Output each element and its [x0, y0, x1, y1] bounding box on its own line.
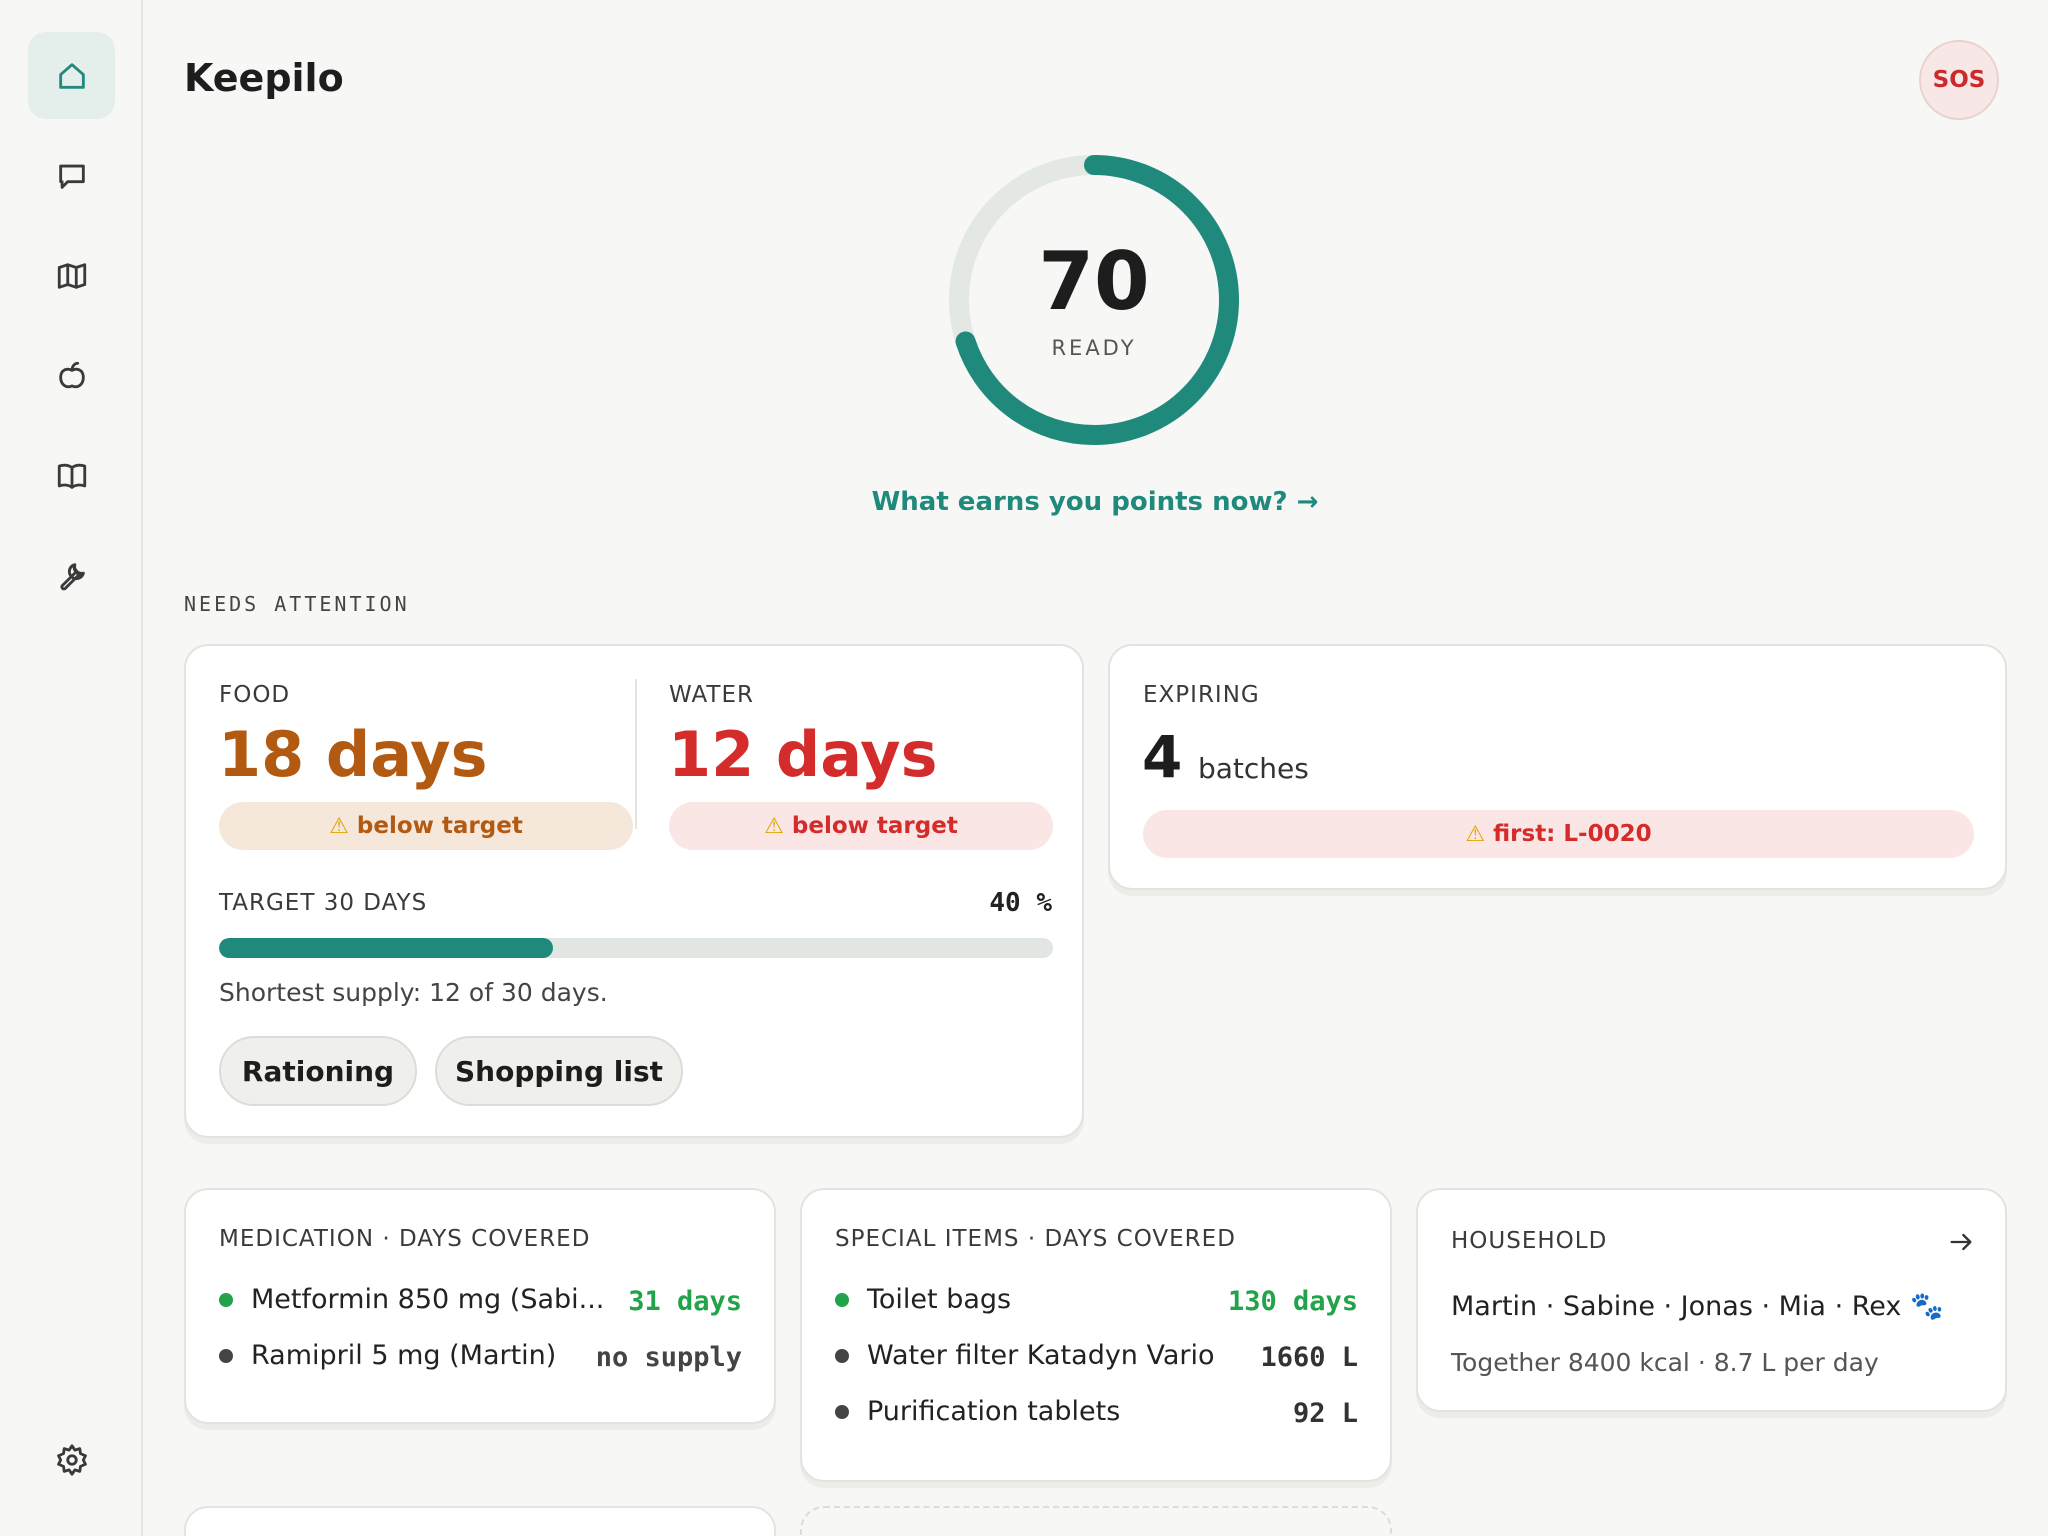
special-item-name: Water filter Katadyn Vario	[867, 1340, 1215, 1371]
sidebar	[0, 0, 143, 1536]
nav-guide-button[interactable]	[28, 432, 115, 519]
list-item: Water filter Katadyn Vario	[835, 1340, 1215, 1371]
target-progress-fill	[219, 938, 553, 958]
medication-days: 31 days	[628, 1286, 742, 1317]
special-item-name: Purification tablets	[867, 1396, 1121, 1427]
chat-icon	[58, 164, 85, 189]
nav-map-button[interactable]	[28, 232, 115, 319]
nav-settings-button[interactable]	[28, 1416, 115, 1503]
shortest-supply-note: Shortest supply: 12 of 30 days.	[219, 978, 608, 1007]
status-dot	[835, 1404, 849, 1419]
nav-chat-button[interactable]	[28, 132, 115, 219]
expiring-badge-text: first: L-0020	[1493, 821, 1652, 847]
medication-name: Ramipril 5 mg (Martin)	[251, 1340, 557, 1371]
status-dot	[219, 1348, 233, 1363]
shopping-list-button[interactable]: Shopping list	[435, 1036, 683, 1106]
household-summary: Together 8400 kcal · 8.7 L per day	[1451, 1348, 1879, 1377]
special-item-name: Toilet bags	[867, 1284, 1012, 1315]
list-item: Metformin 850 mg (Sabi...	[219, 1284, 604, 1315]
add-card-placeholder[interactable]	[800, 1506, 1392, 1536]
warning-icon: ⚠	[329, 813, 349, 839]
food-badge: ⚠ below target	[219, 802, 633, 850]
list-item: Toilet bags	[835, 1284, 1011, 1315]
medication-card[interactable]: MEDICATION · DAYS COVERED Metformin 850 …	[184, 1188, 776, 1424]
water-days: 12 days	[668, 718, 938, 791]
medication-title: MEDICATION · DAYS COVERED	[219, 1226, 591, 1252]
food-days: 18 days	[218, 718, 488, 791]
expiring-count: 4	[1142, 723, 1183, 791]
food-badge-text: below target	[356, 813, 523, 839]
special-items-card[interactable]: SPECIAL ITEMS · DAYS COVERED Toilet bags…	[800, 1188, 1392, 1482]
household-members: Martin · Sabine · Jonas · Mia · Rex 🐾	[1451, 1291, 1944, 1322]
book-icon	[57, 463, 86, 489]
warning-icon: ⚠	[1465, 821, 1486, 847]
food-water-divider	[635, 679, 637, 829]
sos-button[interactable]: SOS	[1919, 40, 1999, 120]
next-card	[184, 1506, 776, 1536]
list-item: Purification tablets	[835, 1396, 1120, 1427]
gear-icon	[56, 1443, 87, 1476]
expiring-unit: batches	[1198, 752, 1309, 785]
medication-name: Metformin 850 mg (Sabi...	[251, 1284, 605, 1315]
target-label: TARGET 30 DAYS	[219, 890, 428, 916]
rationing-button[interactable]: Rationing	[219, 1036, 417, 1106]
target-percent: 40 %	[989, 888, 1052, 918]
map-icon	[57, 262, 86, 289]
list-item: Ramipril 5 mg (Martin)	[219, 1340, 556, 1371]
nav-tools-button[interactable]	[28, 532, 115, 619]
expiring-label: EXPIRING	[1143, 682, 1260, 708]
special-item-value: 92 L	[1292, 1398, 1358, 1429]
arrow-right-icon[interactable]	[1947, 1228, 1975, 1256]
water-label: WATER	[669, 682, 754, 708]
needs-attention-heading: NEEDS ATTENTION	[184, 592, 410, 616]
expiring-badge: ⚠ first: L-0020	[1143, 810, 1974, 858]
app-title: Keepilo	[184, 56, 344, 100]
special-item-value: 130 days	[1227, 1286, 1358, 1317]
water-badge-text: below target	[791, 813, 958, 839]
special-item-value: 1660 L	[1260, 1342, 1358, 1373]
nav-home-button[interactable]	[28, 32, 115, 119]
household-title: HOUSEHOLD	[1451, 1228, 1608, 1254]
special-items-title: SPECIAL ITEMS · DAYS COVERED	[835, 1226, 1236, 1252]
readiness-score: 70	[1038, 235, 1150, 328]
supply-card: FOOD 18 days ⚠ below target WATER 12 days…	[184, 644, 1084, 1138]
warning-icon: ⚠	[764, 813, 784, 839]
water-badge: ⚠ below target	[669, 802, 1053, 850]
household-card[interactable]: HOUSEHOLD Martin · Sabine · Jonas · Mia …	[1416, 1188, 2007, 1412]
status-dot	[835, 1292, 849, 1307]
wrench-icon	[59, 562, 85, 590]
expiring-card[interactable]: EXPIRING 4 batches ⚠ first: L-0020	[1108, 644, 2007, 890]
apple-icon	[58, 361, 85, 388]
nav-food-button[interactable]	[28, 332, 115, 419]
target-progress-bar	[219, 938, 1053, 958]
medication-days: no supply	[595, 1342, 742, 1373]
readiness-label: READY	[1051, 336, 1137, 360]
status-dot	[835, 1348, 849, 1363]
food-label: FOOD	[219, 682, 291, 708]
status-dot	[219, 1292, 233, 1307]
home-icon	[58, 62, 85, 89]
earn-points-link[interactable]: What earns you points now? →	[850, 487, 1340, 517]
